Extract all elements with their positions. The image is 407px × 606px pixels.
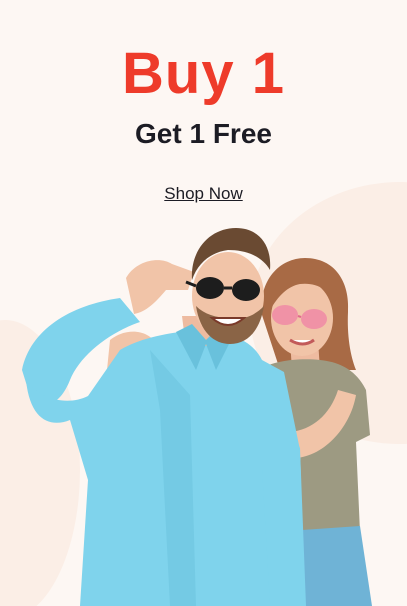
man-figure [22,228,306,606]
promo-subheadline: Get 1 Free [135,118,272,149]
shop-now-link[interactable]: Shop Now [0,183,407,205]
promo-banner: Buy 1 Get 1 Free Shop Now [0,0,407,606]
couple-photo [22,228,372,606]
promo-headline: Buy 1 [122,41,285,106]
